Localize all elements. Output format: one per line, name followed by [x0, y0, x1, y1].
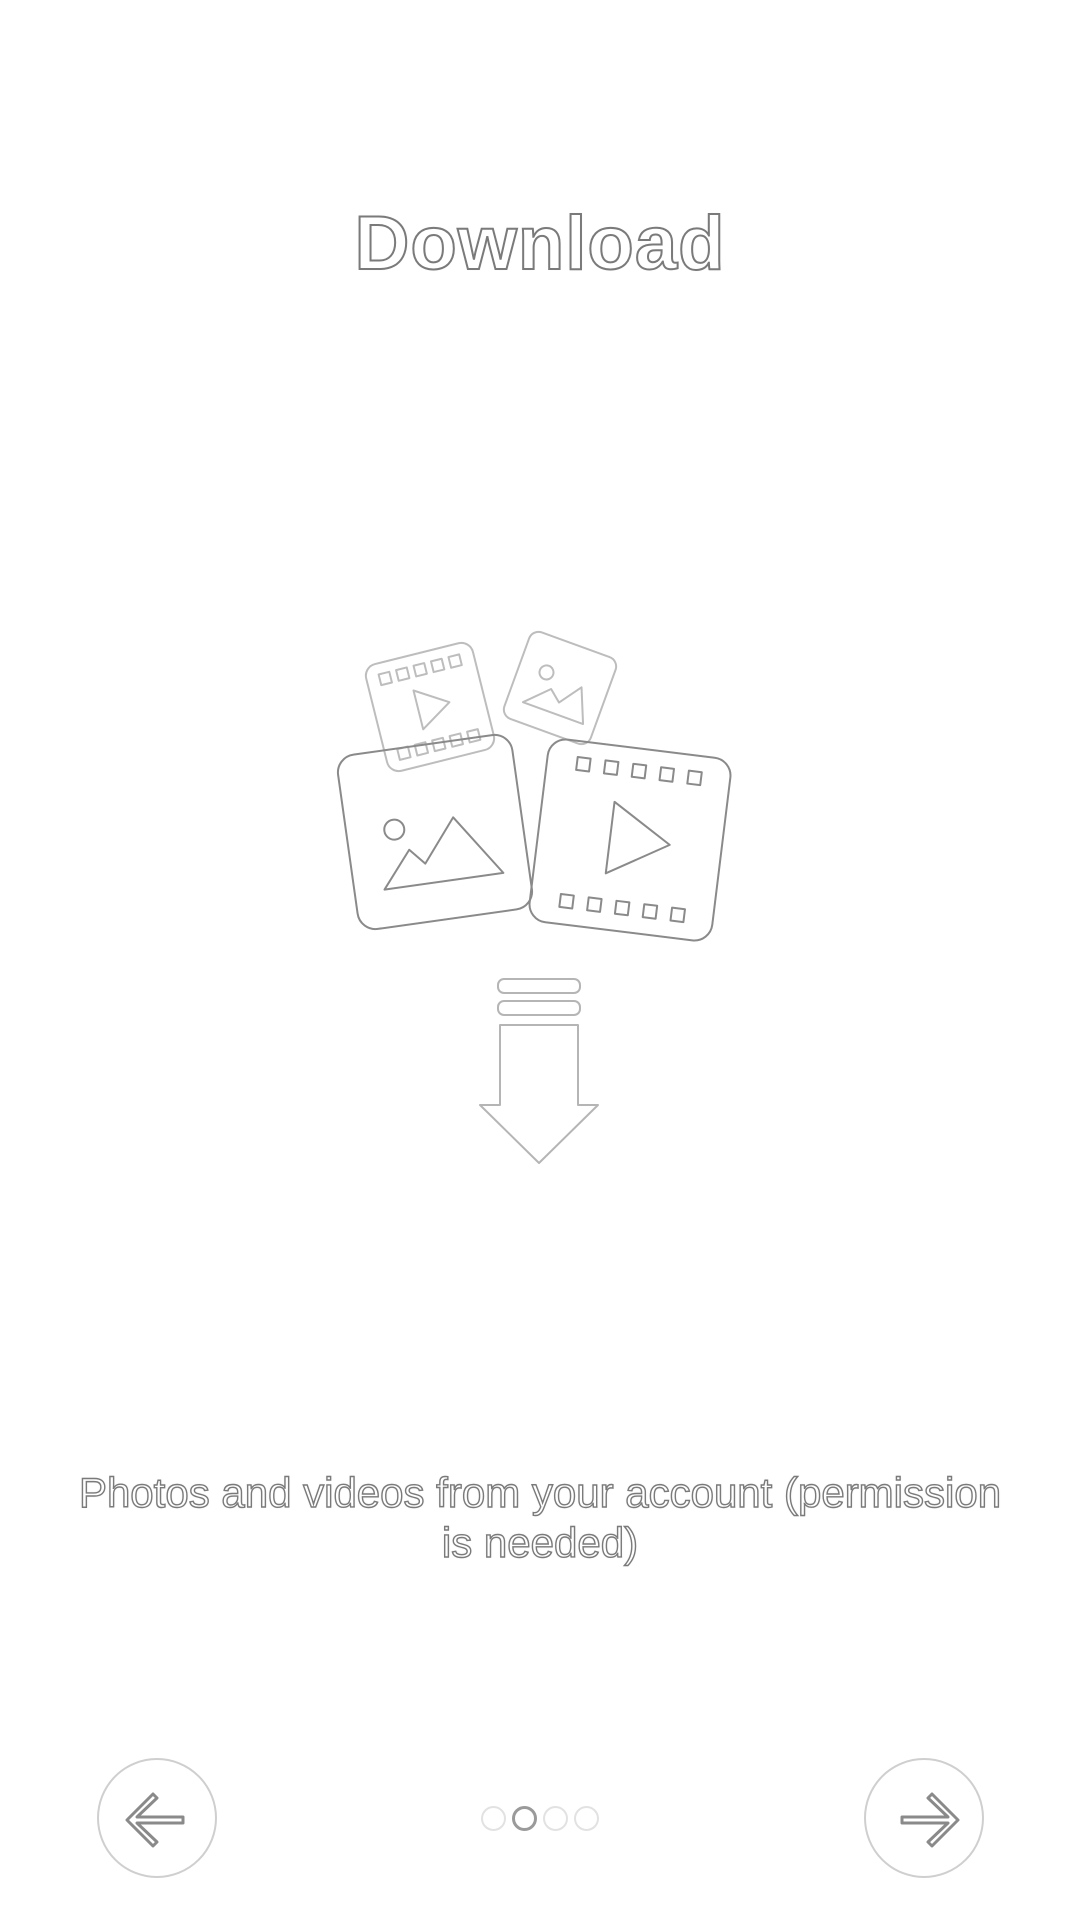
page-dot[interactable] [574, 1805, 599, 1831]
download-illustration [330, 595, 750, 1165]
previous-button[interactable] [97, 1758, 217, 1878]
photo-icon [502, 630, 618, 746]
video-icon [528, 738, 732, 942]
page-title: Download [353, 200, 726, 287]
download-arrow-icon [479, 978, 599, 1164]
page-indicator [470, 1803, 610, 1833]
page-dot[interactable] [543, 1805, 568, 1831]
page-dot-active[interactable] [512, 1805, 537, 1831]
arrow-right-icon [900, 1792, 960, 1848]
video-icon [364, 641, 496, 773]
next-button[interactable] [864, 1758, 984, 1878]
page-dot[interactable] [481, 1805, 506, 1831]
page-description: Photos and videos from your account (per… [78, 1468, 1002, 1566]
onboarding-screen: Download Photos and videos from your acc… [0, 0, 1080, 1920]
arrow-left-icon [125, 1792, 185, 1848]
